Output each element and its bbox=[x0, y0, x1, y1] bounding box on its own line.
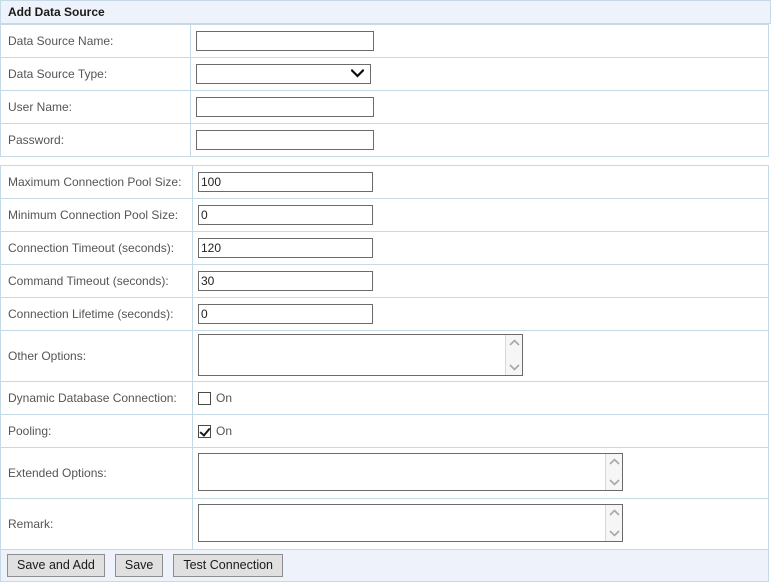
label-password: Password: bbox=[0, 123, 191, 157]
table-row: Password: bbox=[0, 123, 769, 157]
field-pooling: On bbox=[192, 414, 769, 448]
label-data-source-type: Data Source Type: bbox=[0, 57, 191, 91]
label-extended-options: Extended Options: bbox=[0, 447, 193, 499]
label-dynamic-database-connection: Dynamic Database Connection: bbox=[0, 381, 193, 415]
table-row: Remark: bbox=[0, 498, 769, 550]
extended-options-textarea[interactable] bbox=[198, 452, 623, 491]
command-timeout-input[interactable] bbox=[198, 271, 373, 291]
pooling-checkbox-label: On bbox=[216, 424, 233, 438]
max-connection-pool-size-input[interactable] bbox=[198, 172, 373, 192]
field-dynamic-database-connection: On bbox=[192, 381, 769, 415]
user-name-input[interactable] bbox=[196, 97, 374, 117]
table-row: Other Options: bbox=[0, 330, 769, 382]
test-connection-button[interactable]: Test Connection bbox=[173, 554, 283, 577]
table-row: User Name: bbox=[0, 90, 769, 124]
connection-timeout-input[interactable] bbox=[198, 238, 373, 258]
table-row: Connection Timeout (seconds): bbox=[0, 231, 769, 265]
other-options-textarea[interactable] bbox=[198, 333, 523, 376]
field-data-source-name bbox=[190, 24, 769, 58]
table-row: Extended Options: bbox=[0, 447, 769, 499]
dynamic-database-connection-checkbox-label: On bbox=[216, 391, 233, 405]
label-other-options: Other Options: bbox=[0, 330, 193, 382]
table-row: Minimum Connection Pool Size: bbox=[0, 198, 769, 232]
label-max-connection-pool-size: Maximum Connection Pool Size: bbox=[0, 165, 193, 199]
label-remark: Remark: bbox=[0, 498, 193, 550]
extended-options-wrapper bbox=[198, 452, 623, 491]
table-row: Data Source Type: bbox=[0, 57, 769, 91]
label-min-connection-pool-size: Minimum Connection Pool Size: bbox=[0, 198, 193, 232]
label-command-timeout: Command Timeout (seconds): bbox=[0, 264, 193, 298]
table-row: Data Source Name: bbox=[0, 24, 769, 58]
add-data-source-page: Add Data Source Data Source Name: Data S… bbox=[0, 0, 771, 582]
save-and-add-button[interactable]: Save and Add bbox=[7, 554, 105, 577]
panel-header: Add Data Source bbox=[0, 0, 771, 24]
data-source-type-select[interactable] bbox=[196, 64, 371, 84]
table-row: Maximum Connection Pool Size: bbox=[0, 165, 769, 199]
other-options-wrapper bbox=[198, 333, 523, 376]
label-user-name: User Name: bbox=[0, 90, 191, 124]
page-title: Add Data Source bbox=[8, 5, 105, 19]
connection-lifetime-input[interactable] bbox=[198, 304, 373, 324]
form-action-bar: Save and Add Save Test Connection bbox=[0, 550, 769, 582]
save-button[interactable]: Save bbox=[114, 554, 164, 577]
table-row: Command Timeout (seconds): bbox=[0, 264, 769, 298]
label-connection-lifetime: Connection Lifetime (seconds): bbox=[0, 297, 193, 331]
remark-wrapper bbox=[198, 503, 623, 542]
password-input[interactable] bbox=[196, 130, 374, 150]
data-source-name-input[interactable] bbox=[196, 31, 374, 51]
field-data-source-type bbox=[190, 57, 769, 91]
field-max-connection-pool-size bbox=[192, 165, 769, 199]
connection-settings-table: Maximum Connection Pool Size: Minimum Co… bbox=[0, 165, 769, 550]
min-connection-pool-size-input[interactable] bbox=[198, 205, 373, 225]
field-password bbox=[190, 123, 769, 157]
field-remark bbox=[192, 498, 769, 550]
field-command-timeout bbox=[192, 264, 769, 298]
pooling-checkbox-row[interactable]: On bbox=[198, 424, 768, 438]
label-pooling: Pooling: bbox=[0, 414, 193, 448]
field-extended-options bbox=[192, 447, 769, 499]
field-connection-lifetime bbox=[192, 297, 769, 331]
pooling-checkbox[interactable] bbox=[198, 424, 211, 438]
remark-textarea[interactable] bbox=[198, 503, 623, 542]
table-row: Pooling: On bbox=[0, 414, 769, 448]
section-divider bbox=[0, 157, 771, 165]
dynamic-database-connection-checkbox-row[interactable]: On bbox=[198, 391, 768, 405]
table-row: Dynamic Database Connection: On bbox=[0, 381, 769, 415]
field-other-options bbox=[192, 330, 769, 382]
table-row: Connection Lifetime (seconds): bbox=[0, 297, 769, 331]
label-connection-timeout: Connection Timeout (seconds): bbox=[0, 231, 193, 265]
dynamic-database-connection-checkbox[interactable] bbox=[198, 391, 211, 405]
label-data-source-name: Data Source Name: bbox=[0, 24, 191, 58]
data-source-type-select-wrapper bbox=[196, 64, 371, 84]
field-connection-timeout bbox=[192, 231, 769, 265]
field-user-name bbox=[190, 90, 769, 124]
connection-identity-table: Data Source Name: Data Source Type: User… bbox=[0, 24, 769, 157]
field-min-connection-pool-size bbox=[192, 198, 769, 232]
